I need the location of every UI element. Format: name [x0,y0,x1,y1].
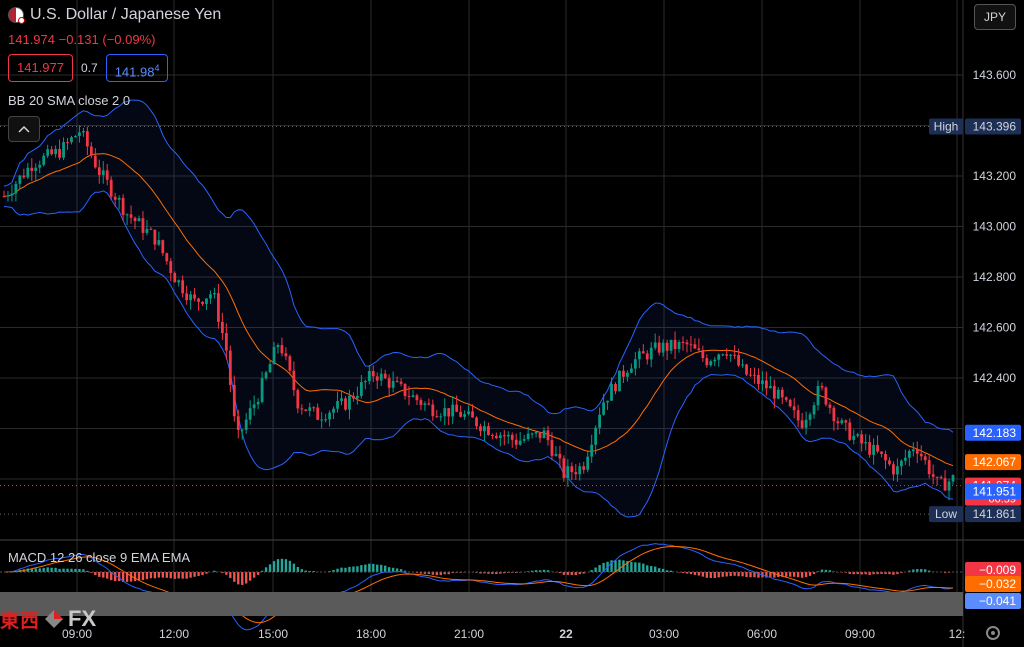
price-label-value: 141.861 [973,507,1017,521]
price-label-bb-upper: 142.183 [965,424,1021,441]
bid-price: 141.977 [17,60,64,75]
bollinger-bands [3,99,954,518]
buy-button[interactable]: 141.984 [105,54,169,82]
price-label-high: 143.396 High [929,118,1021,135]
x-tick-label: 09:00 [845,627,875,641]
logo-diamond-icon [44,609,64,629]
candle [618,370,621,392]
candle [228,345,232,393]
gear-icon[interactable] [986,626,1000,640]
price-quote: 141.974 −0.131 (−0.09%) [8,32,156,47]
chevron-up-icon [18,125,30,133]
ask-pip: 4 [154,63,160,73]
macd-indicator-label[interactable]: MACD 12 26 close 9 EMA EMA [8,550,190,565]
bid-ask-panel: 141.977 0.7 141.984 [8,54,169,82]
bb-indicator-label[interactable]: BB 20 SMA close 2 0 [8,93,130,108]
macd-value-macd: −0.041 [965,593,1021,609]
currency-button[interactable]: JPY [974,4,1016,30]
spread: 0.7 [81,61,98,75]
x-tick-label: 18:00 [356,627,386,641]
x-tick-label: 15:00 [258,627,288,641]
y-tick-label: 142.600 [973,321,1017,335]
price-axis[interactable]: 143.600 143.200 143.000 142.800 142.600 142.4… [929,68,1021,609]
ask-price: 141.98 [114,64,155,80]
logo: 東西 FX [0,606,96,632]
price-change-pct: (−0.09%) [102,32,156,47]
x-tick-label: 12: [949,627,966,641]
candle [344,396,347,411]
y-tick-label: 142.400 [973,371,1017,385]
y-tick-label: 143.600 [973,68,1017,82]
svg-text:−0.032: −0.032 [979,577,1016,591]
price-label-sma: 142.067 [965,454,1021,471]
price-label-name: Low [935,507,957,521]
symbol-title: U.S. Dollar / Japanese Yen [8,6,221,24]
macd-value-hist: −0.009 [965,562,1021,578]
price-label-value: 142.067 [973,455,1017,469]
macd-value-signal: −0.032 [965,576,1021,592]
x-tick-label: 06:00 [747,627,777,641]
time-axis[interactable]: 09:00 12:00 15:00 18:00 21:00 22 03:00 06:00 09:… [62,627,965,641]
price-label-bb-lower: 141.951 [965,483,1021,500]
sell-button[interactable]: 141.977 [8,54,73,82]
price-change: −0.131 [58,32,99,47]
watermark-band [0,592,963,616]
candle [562,455,566,482]
y-tick-label: 143.200 [973,169,1017,183]
svg-text:−0.041: −0.041 [979,594,1016,608]
x-tick-label: 12:00 [159,627,189,641]
candle [824,386,828,407]
x-tick-label: 03:00 [649,627,679,641]
price-label-value: 141.951 [973,484,1017,498]
collapse-button[interactable] [8,116,40,142]
logo-fx: FX [68,606,97,631]
y-tick-label: 143.000 [973,220,1017,234]
symbol-name: U.S. Dollar / Japanese Yen [30,6,222,23]
x-tick-label: 21:00 [454,627,484,641]
usd-jpy-flag-icon [8,7,25,24]
price-label-low: 141.861 Low [929,506,1021,523]
candle [745,363,748,376]
x-tick-label: 22 [559,627,573,641]
price-label-value: 142.183 [973,426,1017,440]
last-price: 141.974 [8,32,55,47]
y-tick-label: 142.800 [973,270,1017,284]
svg-text:−0.009: −0.009 [979,563,1016,577]
price-label-value: 143.396 [973,120,1017,134]
price-label-name: High [934,120,959,134]
logo-jp: 東西 [0,610,41,632]
